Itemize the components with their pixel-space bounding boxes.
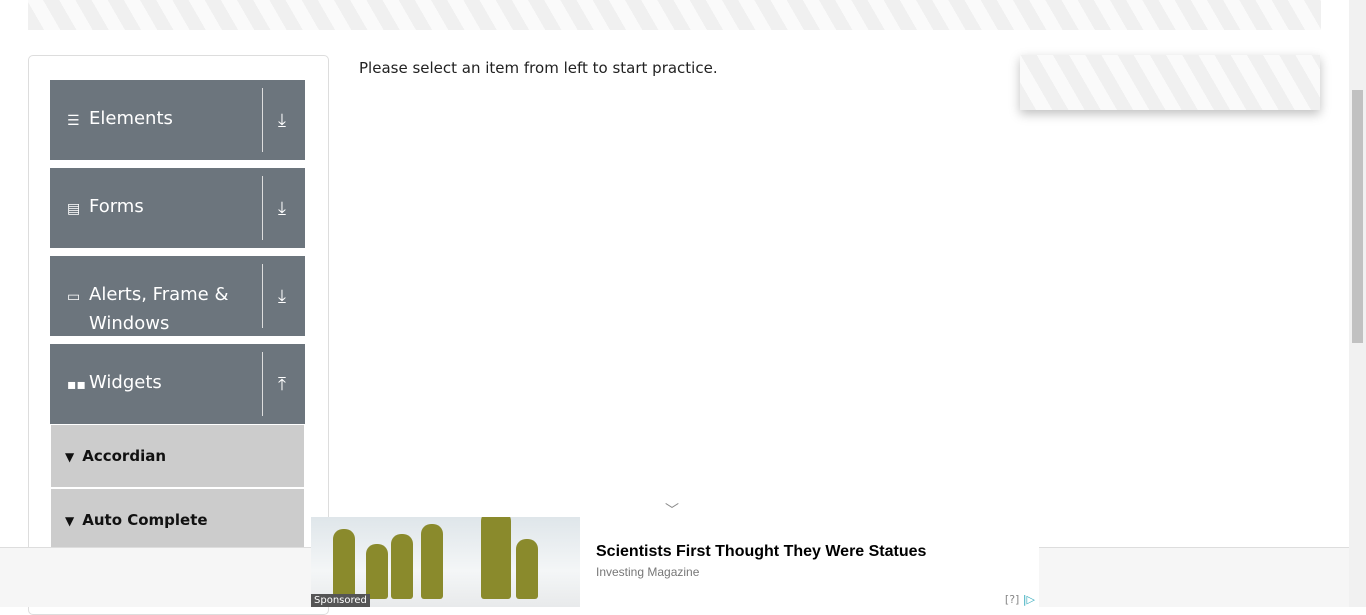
group-title: Forms (89, 196, 144, 217)
ad-image[interactable]: Sponsored (311, 517, 580, 607)
left-panel: ☰ Elements ⤓ ▤ Forms ⤓ ▭ Alerts, Frame &… (28, 55, 329, 615)
scrollbar-thumb[interactable] (1352, 90, 1363, 343)
divider (262, 176, 263, 240)
header-banner (28, 0, 1321, 30)
item-label: Auto Complete (82, 511, 208, 529)
html5-icon: ▼ (65, 514, 75, 528)
upload-arrow-icon[interactable]: ⤒ (278, 374, 286, 395)
ad-title[interactable]: Scientists First Thought They Were Statu… (596, 543, 926, 561)
document-icon: ▤ (67, 201, 81, 217)
group-title: Widgets (89, 372, 162, 393)
ad-info[interactable]: [?] |▷ (1005, 593, 1035, 606)
divider (262, 352, 263, 416)
sponsored-ad[interactable]: Sponsored Scientists First Thought They … (311, 517, 1039, 607)
group-widgets[interactable]: ▪▪ Widgets ⤒ (50, 344, 305, 424)
scrollbar[interactable] (1349, 0, 1366, 607)
hamburger-icon: ☰ (67, 113, 80, 129)
side-ad[interactable] (1020, 55, 1320, 110)
html5-icon: ▼ (65, 450, 75, 464)
sponsored-label: Sponsored (311, 594, 370, 607)
ad-info-text[interactable]: [?] (1005, 593, 1019, 606)
download-arrow-icon[interactable]: ⤓ (278, 286, 286, 307)
group-title: Elements (89, 108, 173, 129)
divider (262, 264, 263, 328)
group-forms[interactable]: ▤ Forms ⤓ (50, 168, 305, 248)
divider (262, 88, 263, 152)
group-alerts[interactable]: ▭ Alerts, Frame & Windows ⤓ (50, 256, 305, 336)
group-title: Alerts, Frame & Windows (89, 284, 229, 334)
adchoices-icon[interactable]: |▷ (1023, 593, 1035, 606)
widgets-icon: ▪▪ (67, 377, 86, 393)
group-elements[interactable]: ☰ Elements ⤓ (50, 80, 305, 160)
download-arrow-icon[interactable]: ⤓ (278, 198, 286, 219)
ad-source: Investing Magazine (596, 565, 700, 579)
download-arrow-icon[interactable]: ⤓ (278, 110, 286, 131)
menu-item-accordian[interactable]: ▼ Accordian (51, 425, 304, 487)
window-icon: ▭ (67, 289, 81, 305)
menu-item-auto-complete[interactable]: ▼ Auto Complete (51, 489, 304, 551)
item-label: Accordian (82, 447, 167, 465)
instruction-text: Please select an item from left to start… (359, 59, 718, 77)
